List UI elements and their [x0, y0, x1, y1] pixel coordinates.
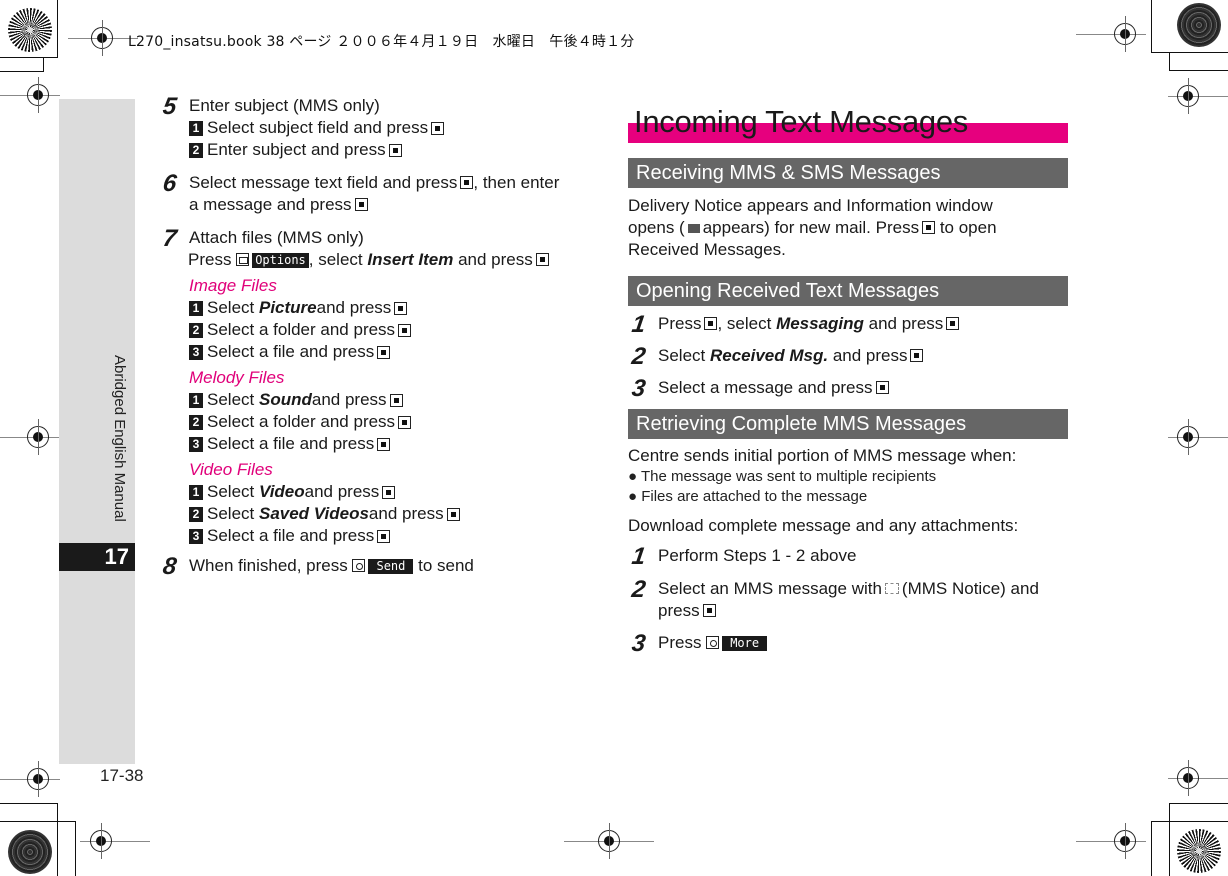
video-files-group: Video Files 1 Select Video and press 2 Sel…: [189, 459, 603, 547]
center-key-icon: [446, 507, 460, 521]
center-key-icon: [922, 221, 936, 234]
step-number: 5: [161, 93, 179, 120]
center-key-icon: [875, 381, 889, 394]
center-key-icon: [388, 143, 402, 157]
new-mail-icon: [687, 224, 700, 233]
center-key-icon: [946, 317, 960, 330]
retrieving-block: Centre sends initial portion of MMS mess…: [628, 445, 1068, 537]
center-key-icon: [431, 121, 445, 135]
step-6: 6 Select message text field and press, t…: [161, 170, 560, 214]
melody-files-group: Melody Files 1 Select Sound and press 2 Se…: [189, 367, 603, 455]
center-key-icon: [394, 301, 408, 315]
registration-mark-icon: [598, 823, 620, 859]
left-column: 5 Enter subject (MMS only) 1 Select subje…: [161, 93, 603, 580]
step-1: 1 Perform Steps 1 - 2 above: [630, 543, 857, 570]
mms-notice-icon: [884, 583, 899, 594]
step-5: 5 Enter subject (MMS only) 1 Select subje…: [161, 93, 603, 161]
bullet-item: ● Files are attached to the message: [628, 488, 868, 505]
registration-mark-icon: [1114, 16, 1136, 52]
center-key-icon: [704, 317, 718, 330]
group-heading: Image Files: [189, 276, 277, 295]
softkey-button-icon: [706, 636, 720, 649]
registration-mark-icon: [1177, 760, 1199, 796]
step-8: 8 When finished, press Send to send: [161, 553, 474, 580]
step-3: 3 Press More: [630, 630, 1072, 657]
step-number: 7: [161, 225, 179, 252]
softkey-button-icon: [352, 559, 366, 572]
more-softkey: More: [722, 636, 768, 651]
step-number: 6: [161, 170, 179, 197]
center-key-icon: [377, 437, 391, 451]
page-title: Incoming Text Messages: [634, 104, 968, 139]
registration-mark-icon: [1114, 823, 1136, 859]
step-2: 2 Select an MMS message with (MMS Notice)…: [630, 576, 1039, 620]
center-key-icon: [910, 349, 924, 362]
side-tab-label: Abridged English Manual: [111, 355, 128, 522]
send-softkey: Send: [368, 559, 414, 574]
step-title: Attach files (MMS only): [189, 228, 364, 247]
registration-mark-icon: [91, 20, 113, 56]
color-target-icon: [8, 830, 52, 874]
center-key-icon: [377, 345, 391, 359]
group-heading: Video Files: [189, 460, 273, 479]
chapter-number: 17: [59, 543, 135, 571]
registration-mark-icon: [27, 761, 49, 797]
sub-step: 2 Enter subject and press: [189, 139, 603, 161]
group-heading: Melody Files: [189, 368, 285, 387]
step-2: 2 Select Received Msg. and press: [630, 343, 1072, 370]
center-key-icon: [460, 176, 474, 189]
center-key-icon: [377, 529, 391, 543]
center-key-icon: [535, 253, 549, 266]
receiving-paragraph: Delivery Notice appears and Information …: [628, 196, 997, 259]
center-key-icon: [702, 604, 716, 617]
step-1: 1 Press, select Messaging and press: [630, 311, 1072, 338]
center-key-icon: [389, 393, 403, 407]
center-key-icon: [398, 323, 412, 337]
registration-mark-icon: [27, 77, 49, 113]
print-header: L270_insatsu.book 38 ページ ２００６年４月１９日 水曜日 …: [128, 34, 635, 50]
step-3: 3 Select a message and press: [630, 375, 1072, 402]
section-heading-retrieving: Retrieving Complete MMS Messages: [628, 409, 1068, 439]
opening-steps: 1 Press, select Messaging and press 2 Se…: [630, 311, 1072, 402]
color-target-icon: [1177, 3, 1221, 47]
registration-mark-icon: [1177, 78, 1199, 114]
mail-key-icon: [236, 253, 250, 266]
page-number: 17-38: [100, 766, 144, 785]
page-title-block: Incoming Text Messages: [628, 104, 1068, 144]
bullet-item: ● The message was sent to multiple recip…: [628, 468, 937, 485]
step-title: Enter subject (MMS only): [189, 96, 380, 115]
side-tab-label-wrap: Abridged English Manual: [108, 355, 128, 535]
step-7: 7 Attach files (MMS only) Press Options,…: [161, 225, 603, 547]
registration-mark-icon: [1177, 419, 1199, 455]
options-softkey: Options: [252, 253, 309, 268]
center-key-icon: [354, 198, 368, 211]
registration-mark-icon: [27, 419, 49, 455]
section-heading-opening: Opening Received Text Messages: [628, 276, 1068, 306]
center-key-icon: [382, 485, 396, 499]
sub-step: 1 Select subject field and press: [189, 117, 603, 139]
registration-mark-icon: [90, 823, 112, 859]
step-number: 8: [161, 553, 179, 580]
retrieving-steps: 1 Perform Steps 1 - 2 above 2 Select an …: [630, 543, 1072, 657]
color-target-icon: [8, 8, 52, 52]
color-target-icon: [1177, 829, 1221, 873]
center-key-icon: [398, 415, 412, 429]
section-heading-receiving: Receiving MMS & SMS Messages: [628, 158, 1068, 188]
image-files-group: Image Files 1 Select Picture and press 2S…: [189, 275, 603, 363]
